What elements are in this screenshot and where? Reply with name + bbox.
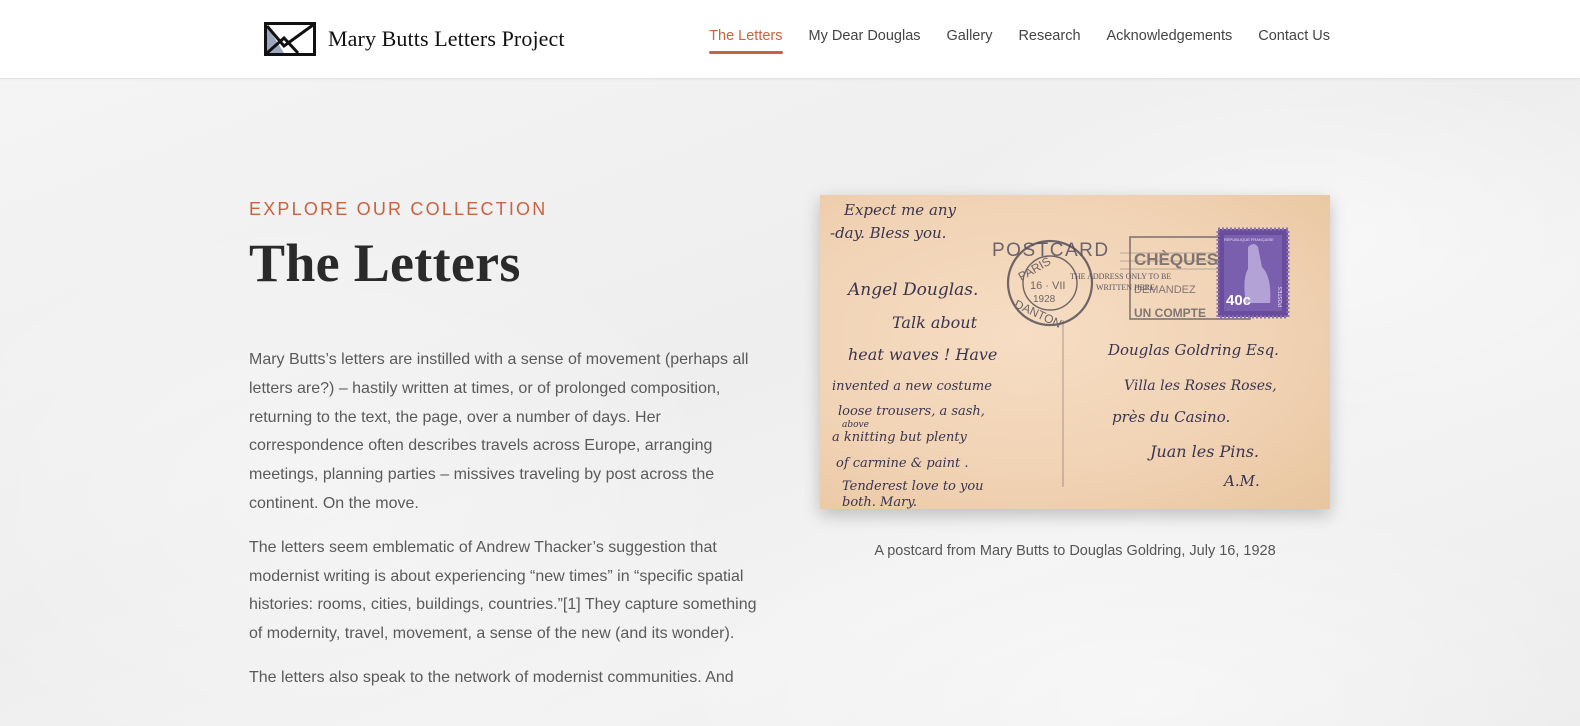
site-logo-link[interactable]: Mary Butts Letters Project — [264, 22, 565, 56]
address-line: Villa les Roses Roses, — [1124, 378, 1277, 394]
intro-paragraph: The letters also speak to the network of… — [249, 668, 734, 686]
cancel-text: DEMANDEZ — [1134, 284, 1196, 296]
postmark-year: 1928 — [1033, 294, 1056, 305]
handwriting-line: invented a new costume — [832, 379, 992, 394]
handwritten-address: Douglas Goldring Esq. Villa les Roses Ro… — [1107, 341, 1279, 490]
postmark-date: 16 · VII — [1030, 280, 1065, 292]
nav-item-my-dear-douglas[interactable]: My Dear Douglas — [809, 28, 921, 54]
intro-paragraph: Mary Butts’s letters are instilled with … — [249, 351, 749, 512]
nav-item-research[interactable]: Research — [1018, 28, 1080, 54]
handwriting-line: Angel Douglas. — [846, 280, 978, 300]
site-header: Mary Butts Letters Project The Letters M… — [0, 0, 1580, 79]
section-eyebrow: EXPLORE OUR COLLECTION — [249, 199, 548, 219]
page-title: The Letters — [249, 233, 521, 293]
main-content: EXPLORE OUR COLLECTION The Letters Mary … — [0, 79, 1580, 726]
handwriting-line: of carmine & paint . — [836, 456, 969, 471]
postcard-figure: POSTCARD THE ADDRESS ONLY TO BE WRITTEN … — [820, 195, 1330, 559]
postage-stamp-icon: RÉPUBLIQUE FRANÇAISE 40c POSTES — [1216, 227, 1290, 319]
intro-body: Mary Butts’s letters are instilled with … — [249, 346, 769, 693]
nav-item-gallery[interactable]: Gallery — [947, 28, 993, 54]
handwriting-line: -day. Bless you. — [830, 224, 946, 242]
envelope-logo-icon — [264, 22, 316, 56]
site-title: Mary Butts Letters Project — [328, 26, 565, 51]
stamp-side: POSTES — [1278, 286, 1284, 307]
main-nav: The Letters My Dear Douglas Gallery Rese… — [709, 28, 1330, 54]
nav-item-contact-us[interactable]: Contact Us — [1258, 28, 1330, 54]
handwriting-line: loose trousers, a sash, — [838, 404, 985, 419]
handwriting-line: Talk about — [892, 313, 978, 332]
address-line: Douglas Goldring Esq. — [1107, 341, 1279, 359]
stamp-top: RÉPUBLIQUE FRANÇAISE — [1224, 237, 1274, 242]
address-line: près du Casino. — [1112, 408, 1230, 426]
handwriting-line: both. Mary. — [842, 495, 917, 509]
handwriting-line: Tenderest love to you — [842, 479, 984, 494]
postcard-drawing: POSTCARD THE ADDRESS ONLY TO BE WRITTEN … — [830, 201, 1290, 509]
intro-paragraph: The letters seem emblematic of Andrew Th… — [249, 538, 757, 643]
handwriting-line: above — [842, 420, 869, 430]
handwritten-message: Expect me any -day. Bless you. Angel Dou… — [830, 201, 997, 509]
address-line: A.M. — [1222, 472, 1260, 490]
postcard-caption: A postcard from Mary Butts to Douglas Go… — [874, 543, 1276, 559]
postcard-address-note: THE ADDRESS ONLY TO BE — [1070, 272, 1171, 281]
handwriting-line: Expect me any — [843, 201, 957, 219]
handwriting-line: heat waves ! Have — [848, 345, 997, 364]
address-line: Juan les Pins. — [1147, 442, 1259, 461]
postcard-header: POSTCARD — [992, 240, 1110, 261]
stamp-value: 40c — [1226, 292, 1251, 309]
intro-section: EXPLORE OUR COLLECTION The Letters Mary … — [249, 199, 769, 708]
cancel-text: UN COMPTE — [1134, 306, 1206, 320]
handwriting-line: a knitting but plenty — [832, 430, 968, 445]
nav-item-the-letters[interactable]: The Letters — [709, 28, 783, 54]
postcard-image[interactable]: POSTCARD THE ADDRESS ONLY TO BE WRITTEN … — [820, 195, 1330, 509]
nav-item-acknowledgements[interactable]: Acknowledgements — [1107, 28, 1233, 54]
